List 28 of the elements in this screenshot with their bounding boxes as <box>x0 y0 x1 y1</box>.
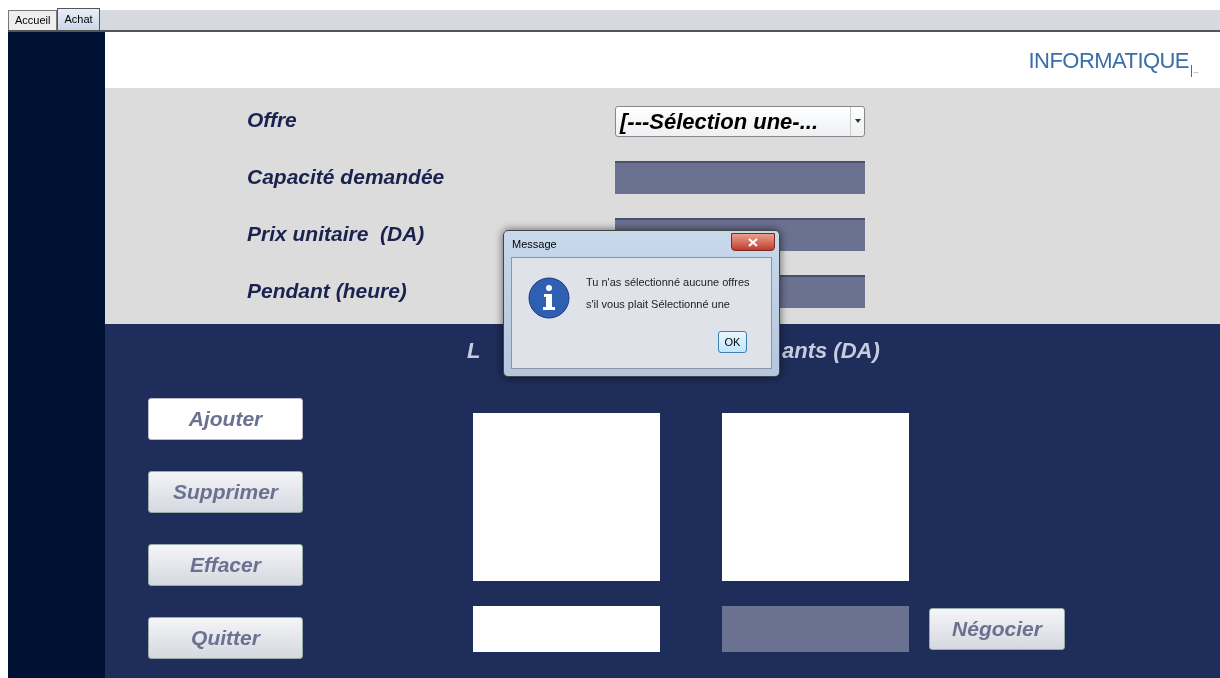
message-text: Tu n'as sélectionné aucune offres <box>586 275 750 290</box>
heading-text: ants (DA) <box>782 337 880 365</box>
negotiate-button[interactable]: Négocier <box>929 608 1065 650</box>
input-field[interactable] <box>615 160 865 194</box>
input-field[interactable] <box>473 606 660 652</box>
list-box[interactable] <box>473 413 660 581</box>
field-label: Capacité demandée <box>246 164 446 191</box>
action-button[interactable]: Effacer <box>148 544 303 586</box>
tab[interactable]: Accueil <box>8 10 58 30</box>
field-label: Prix unitaire (DA) <box>246 221 426 248</box>
info-icon <box>528 277 570 319</box>
close-icon <box>748 237 758 247</box>
field-label: Offre <box>246 107 298 134</box>
logo: INFORMATIQUE ... <box>1028 47 1198 77</box>
ok-button[interactable]: OK <box>718 331 747 353</box>
heading-text: L <box>467 337 481 365</box>
action-button[interactable]: Quitter <box>148 617 303 659</box>
message-text: s'il vous plait Sélectionné une <box>586 296 731 312</box>
action-button[interactable]: Ajouter <box>148 398 303 440</box>
input-field[interactable] <box>722 606 909 652</box>
action-button[interactable]: Supprimer <box>148 471 303 513</box>
offer-dropdown[interactable]: [---Sélection une-... <box>615 105 865 137</box>
tab[interactable]: Achat <box>57 8 100 30</box>
close-button[interactable] <box>731 233 775 251</box>
dialog-title: Message <box>512 236 557 252</box>
list-box[interactable] <box>722 413 909 581</box>
field-label: Pendant (heure) <box>246 278 408 305</box>
dropdown-arrow-icon <box>854 119 861 123</box>
